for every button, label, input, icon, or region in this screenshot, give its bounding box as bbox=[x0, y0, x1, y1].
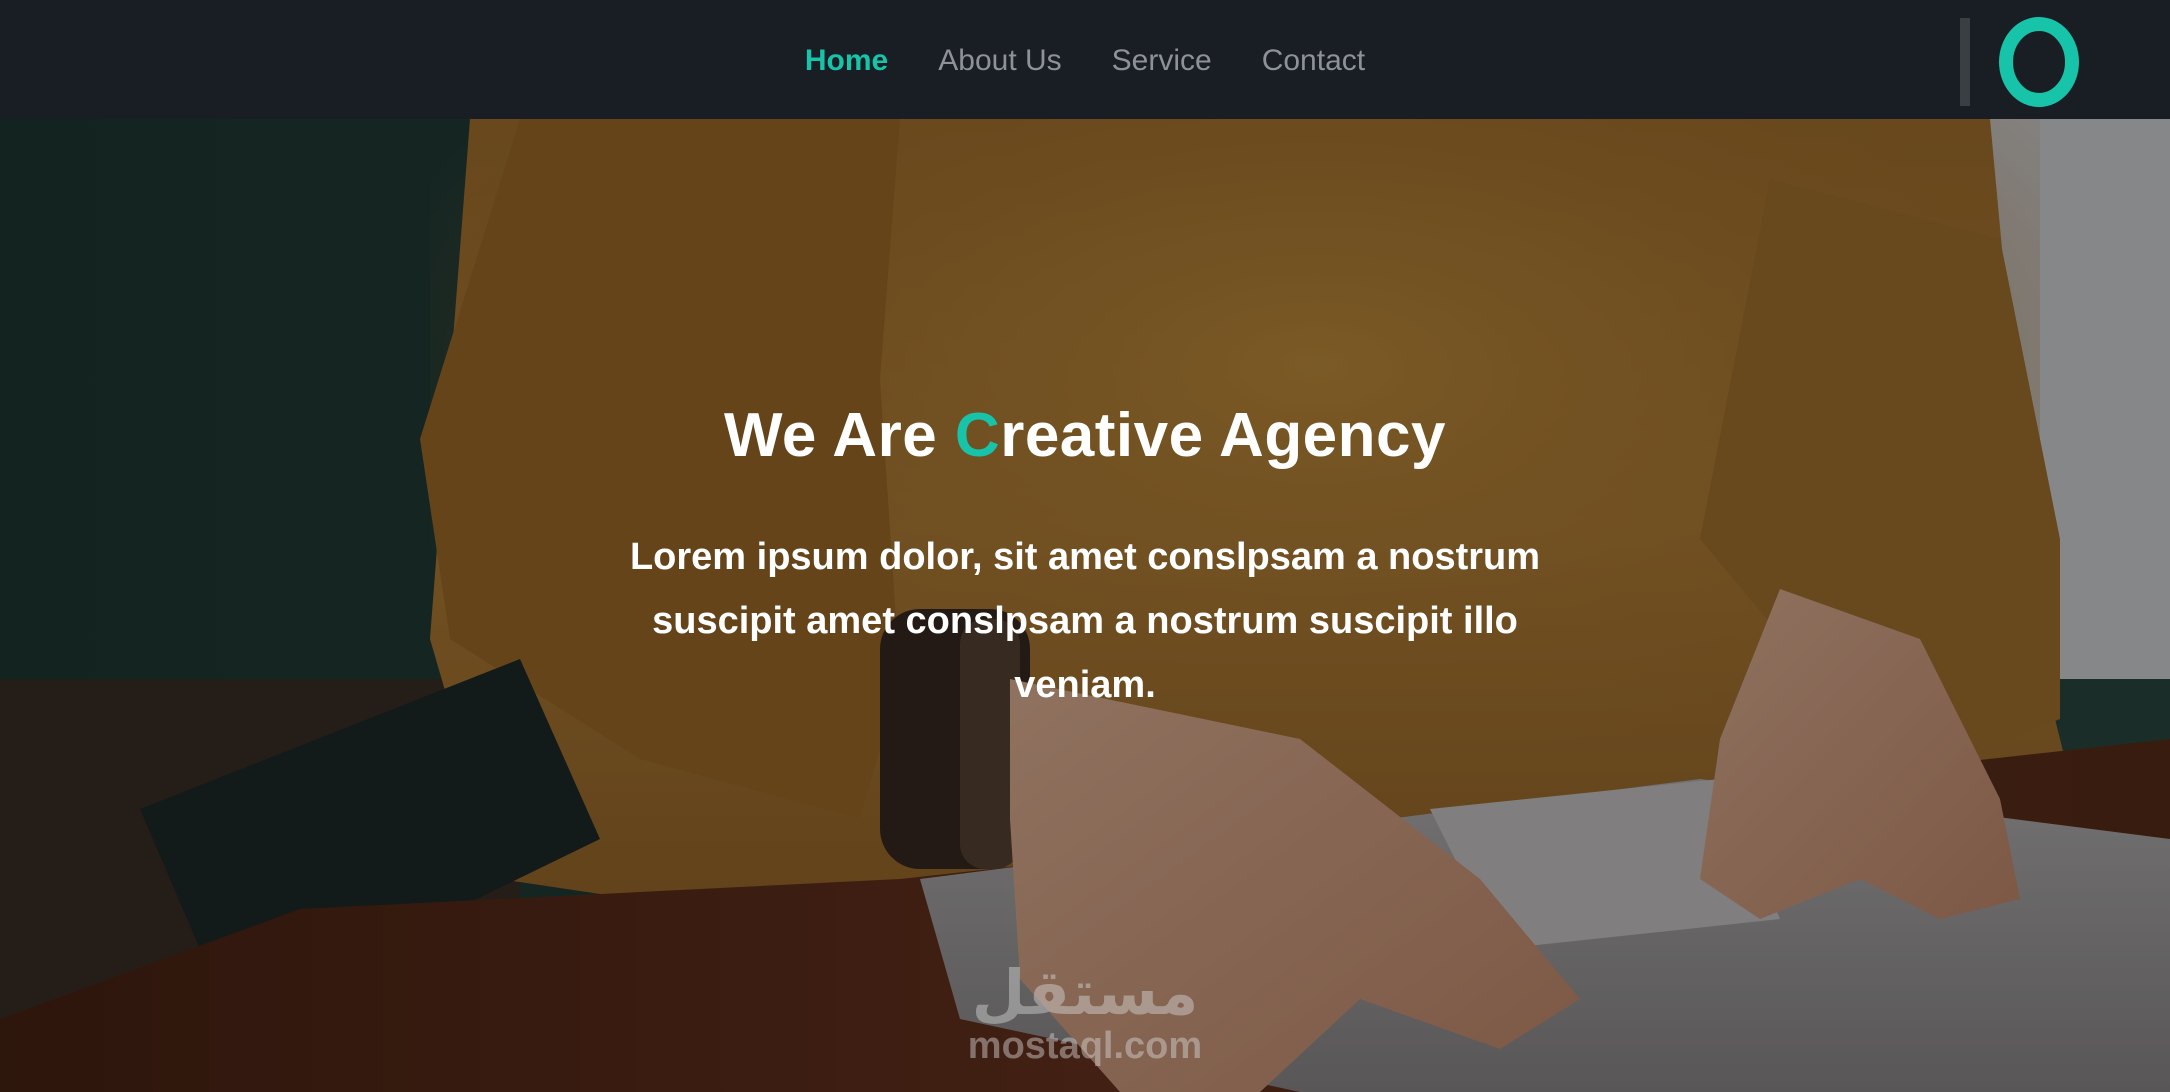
navbar: Home About Us Service Contact bbox=[0, 0, 2170, 119]
nav-link-service[interactable]: Service bbox=[1112, 44, 1212, 76]
page: Home About Us Service Contact We Are Cre… bbox=[0, 0, 2170, 1092]
hero-title: We Are Creative Agency bbox=[0, 399, 2170, 473]
watermark: مستقل mostaql.com bbox=[945, 960, 1225, 1080]
hero-description: Lorem ipsum dolor, sit amet conslpsam a … bbox=[629, 536, 1541, 707]
watermark-arabic-text: مستقل bbox=[971, 956, 1199, 1029]
hero-content: We Are Creative Agency Lorem ipsum dolor… bbox=[0, 399, 2170, 717]
hero-title-accent-letter: C bbox=[954, 401, 1001, 470]
nav-link-home[interactable]: Home bbox=[805, 44, 888, 76]
nav-link-about-us[interactable]: About Us bbox=[938, 44, 1061, 76]
nav-link-contact[interactable]: Contact bbox=[1262, 44, 1365, 76]
brand-logo-icon[interactable] bbox=[1960, 16, 2084, 108]
hero-section: We Are Creative Agency Lorem ipsum dolor… bbox=[0, 119, 2170, 1092]
watermark-latin-text: mostaql.com bbox=[967, 1025, 1203, 1067]
hero-title-part1: We Are bbox=[723, 401, 955, 470]
hero-title-part2: reative Agency bbox=[1000, 401, 1447, 470]
main-nav: Home About Us Service Contact bbox=[0, 0, 2170, 119]
